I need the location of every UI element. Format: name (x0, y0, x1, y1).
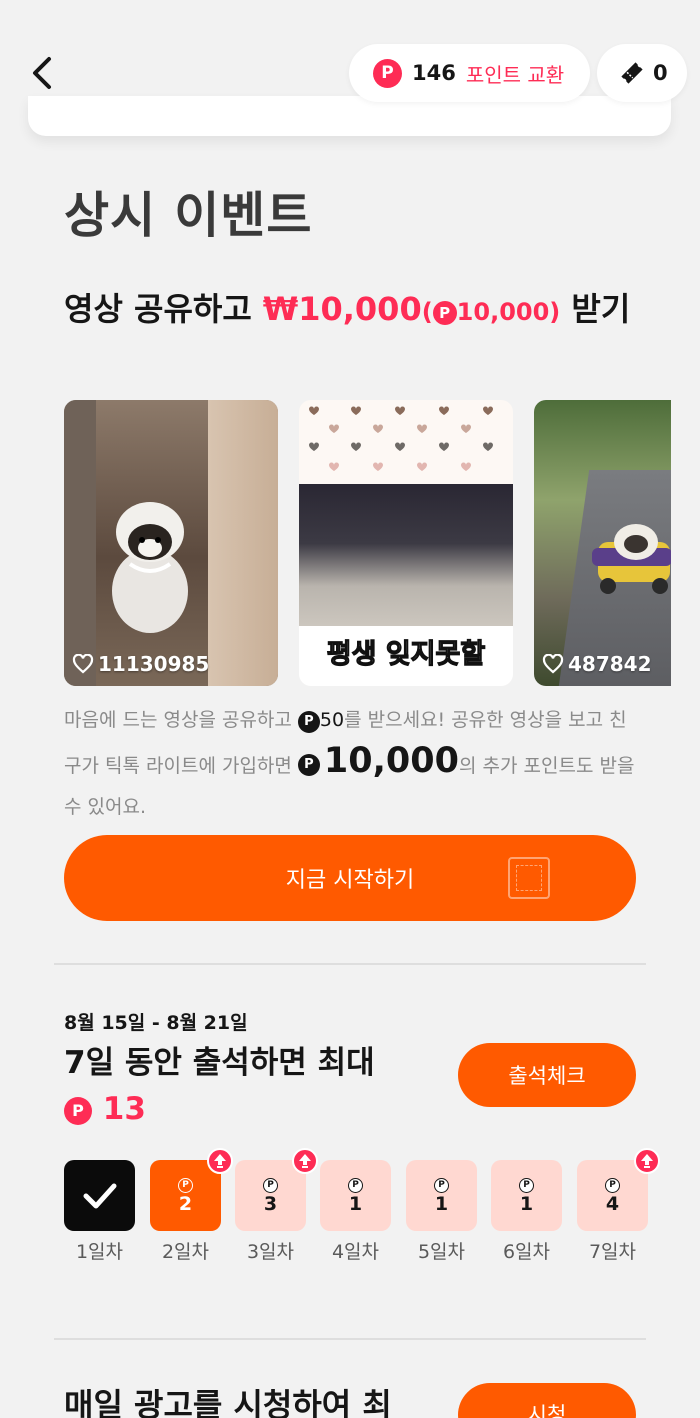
boost-arrow-icon (207, 1148, 233, 1174)
share-title-points-close: ) (549, 298, 561, 326)
video-thumbnail-wall (64, 400, 96, 686)
boost-arrow-icon (634, 1148, 660, 1174)
penguin-doll-image (112, 502, 188, 633)
day-box-upcoming: P 1 (491, 1160, 562, 1231)
ads-title: 매일 광고를 시청하여 최 (64, 1386, 392, 1418)
video-card[interactable]: 487842 (534, 400, 671, 686)
watch-ad-button[interactable]: 시청 (458, 1383, 636, 1418)
attendance-date-range: 8월 15일 - 8월 21일 (64, 1012, 248, 1034)
share-event-title: 영상 공유하고 ₩10,000(P 10,000) 받기 (64, 286, 644, 335)
attendance-day: P 1 6일차 (491, 1160, 562, 1264)
day-label: 6일차 (502, 1241, 551, 1263)
point-coin-icon: P (263, 1177, 278, 1193)
point-coin-icon: P (519, 1177, 534, 1193)
top-bar: P 146 포인트 교환 0 (0, 0, 700, 112)
point-coin-icon: P (297, 710, 320, 733)
section-divider (54, 963, 646, 965)
points-balance: 146 (412, 61, 456, 85)
video-card[interactable]: 11130985 (64, 400, 278, 686)
attendance-day: P 1 5일차 (406, 1160, 477, 1264)
likes-count: 487842 (568, 652, 652, 676)
attendance-day: P 3 3일차 (235, 1148, 318, 1264)
check-icon (83, 1183, 116, 1208)
point-coin-icon: P (432, 301, 457, 325)
share-title-points-open: ( (421, 298, 433, 326)
day-label: 3일차 (246, 1241, 295, 1263)
day-box-upcoming: P 4 (577, 1148, 660, 1231)
day-box-upcoming: P 1 (406, 1160, 477, 1231)
likes-count: 11130985 (98, 652, 210, 676)
attendance-title: 7일 동안 출석하면 최대 P 13 (64, 1040, 434, 1132)
start-now-button[interactable]: 지금 시작하기 (64, 835, 636, 921)
attendance-check-button[interactable]: 출석체크 (458, 1043, 636, 1107)
share-desc-part1: 마음에 드는 영상을 공유하고 (64, 709, 298, 731)
day-label: 5일차 (417, 1241, 466, 1263)
day-box-upcoming: P 1 (320, 1160, 391, 1231)
share-desc-reward: 50 (319, 709, 345, 731)
day-label: 1일차 (75, 1241, 124, 1263)
video-thumbnail-door (208, 400, 278, 686)
attendance-day: P 1 4일차 (320, 1160, 391, 1264)
day-amount: 1 (348, 1192, 363, 1215)
day-label: 2일차 (161, 1241, 210, 1263)
attendance-day: P 4 7일차 (577, 1148, 660, 1264)
boost-arrow-icon (292, 1148, 318, 1174)
back-button[interactable] (22, 52, 62, 94)
video-caption: 평생 잊지못할 (326, 638, 486, 670)
attendance-title-text: 7일 동안 출석하면 최대 (64, 1045, 375, 1081)
attendance-max-points: 13 (102, 1091, 146, 1127)
points-pill[interactable]: P 146 포인트 교환 (349, 44, 590, 102)
section-divider (54, 1338, 646, 1340)
point-coin-icon: P (605, 1177, 620, 1193)
hearts-pattern (309, 406, 493, 471)
points-exchange-link[interactable]: 포인트 교환 (466, 59, 564, 88)
day-box-upcoming: P 3 (235, 1148, 318, 1231)
share-description: 마음에 드는 영상을 공유하고 P 50를 받으세요! 공유한 영상을 보고 친구… (64, 700, 644, 828)
point-coin-icon: P (297, 753, 320, 776)
point-coin-icon: P (348, 1177, 363, 1193)
video-card[interactable]: 평생 잊지못할 (299, 400, 513, 686)
day-box-today[interactable]: P 2 (150, 1148, 233, 1231)
section-title: 상시 이벤트 (64, 187, 313, 244)
share-title-pre: 영상 공유하고 (64, 290, 263, 328)
point-coin-icon: P (64, 1097, 92, 1125)
day-amount: 1 (434, 1192, 449, 1215)
day-amount: 3 (263, 1192, 278, 1215)
attendance-check-label: 출석체크 (508, 1064, 586, 1088)
toy-car-image (592, 524, 671, 594)
point-coin-icon: P (178, 1177, 193, 1193)
point-coin-icon: P (373, 58, 402, 88)
back-arrow-icon (33, 57, 51, 89)
ticket-count: 0 (653, 61, 668, 85)
share-title-post: 받기 (560, 290, 631, 328)
day-amount: 2 (178, 1192, 193, 1215)
day-label: 4일차 (331, 1241, 380, 1263)
attendance-day: P 2 2일차 (150, 1148, 233, 1264)
share-title-amount: ₩10,000 (262, 290, 422, 328)
share-desc-big-amount: 10,000 (323, 741, 459, 781)
ticket-pill[interactable]: 0 (597, 44, 687, 102)
heart-icon (72, 654, 94, 674)
attendance-days: 1일차 P 2 2일차 P 3 3일차 P 1 4일차 P 1 5일차 P 1 … (64, 1148, 660, 1270)
share-title-points: 10,000 (456, 298, 550, 326)
start-now-label: 지금 시작하기 (285, 868, 415, 893)
likes-counter: 11130985 (72, 652, 209, 676)
day-box-done (64, 1160, 135, 1231)
point-coin-icon: P (434, 1177, 449, 1193)
stamp-icon (508, 857, 550, 899)
day-amount: 4 (605, 1192, 620, 1215)
ticket-icon (621, 62, 643, 84)
day-amount: 1 (519, 1192, 534, 1215)
likes-counter: 487842 (542, 652, 652, 676)
day-label: 7일차 (588, 1241, 637, 1263)
watch-ad-label: 시청 (527, 1403, 567, 1418)
video-carousel[interactable]: 11130985 평생 잊지못할 487842 (64, 400, 671, 686)
heart-icon (542, 654, 564, 674)
attendance-day: 1일차 (64, 1160, 135, 1264)
